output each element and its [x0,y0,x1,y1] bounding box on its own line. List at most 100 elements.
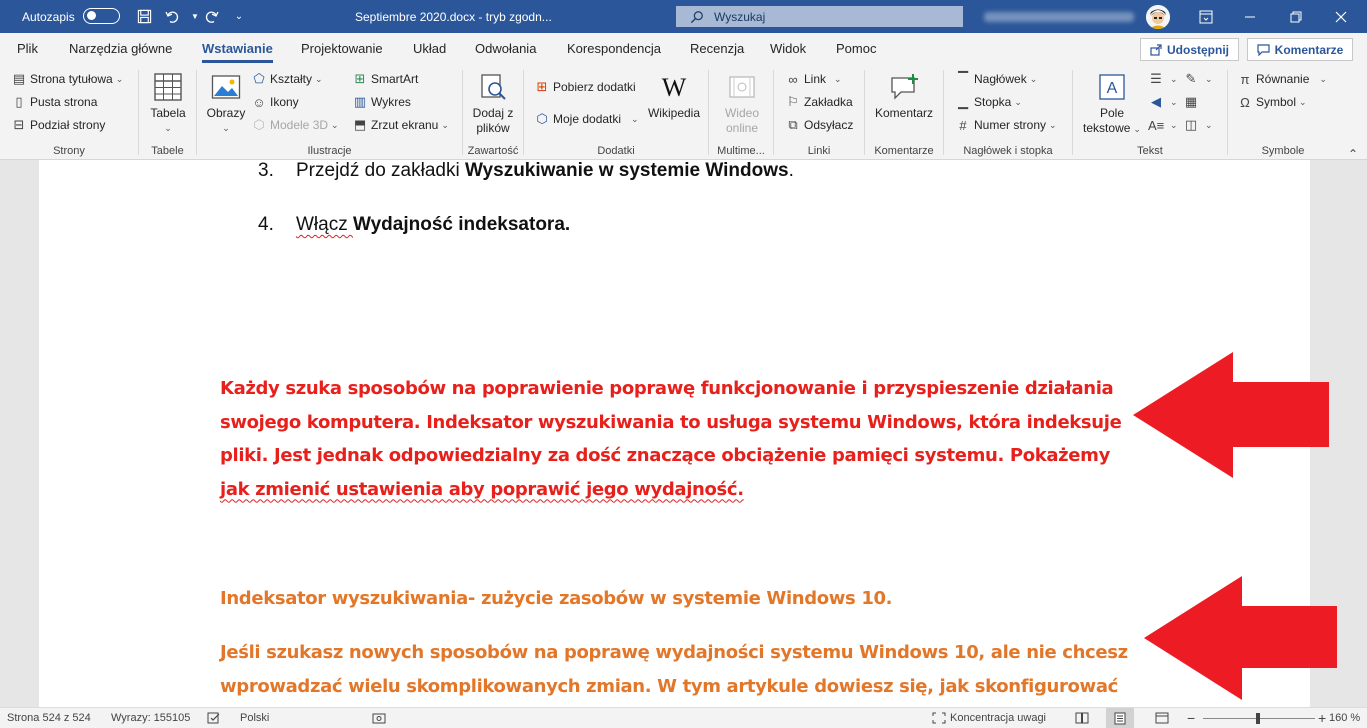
text-box-button[interactable]: A Pole tekstowe ⌄ [1080,70,1144,137]
tab-uklad[interactable]: Układ [413,33,446,65]
tab-plik[interactable]: Plik [17,33,38,65]
link-button[interactable]: ∞ Link ⌄ [785,69,841,89]
zoom-in-icon[interactable]: + [1318,708,1326,728]
symbol-button[interactable]: Ω Symbol ⌄ [1237,92,1306,112]
group-label-multimedia: Multime... [717,145,765,157]
tab-recenzja[interactable]: Recenzja [690,33,744,65]
macro-icon[interactable] [372,708,386,728]
document-area[interactable]: 3. Przejdź do zakładki Wyszukiwanie w sys… [0,160,1367,707]
print-layout-icon[interactable] [1106,708,1134,728]
search-box[interactable]: Wyszukaj [676,6,963,27]
my-addins-button[interactable]: ⬡ Moje dodatki ⌄ [534,109,638,129]
smartart-button[interactable]: ⊞ SmartArt [352,69,419,89]
redo-icon[interactable] [200,0,222,33]
zoom-slider-thumb[interactable] [1256,713,1260,724]
blank-page-icon: ▯ [15,94,23,109]
online-video-button[interactable]: Wideo online [716,70,768,136]
zoom-out-icon[interactable]: − [1187,708,1195,728]
share-icon [1150,43,1162,56]
footer-button[interactable]: ▁ Stopka ⌄ [955,92,1022,112]
ribbon-display-options-icon[interactable] [1183,0,1229,33]
signature-line-button[interactable]: ✎ ⌄ [1183,69,1213,89]
tab-projektowanie[interactable]: Projektowanie [301,33,383,65]
new-comment-button[interactable]: Komentarz [871,70,937,121]
page-break-button[interactable]: ⊟ Podział strony [11,115,106,135]
red-arrow-icon [1133,352,1329,478]
header-button[interactable]: ▔ Nagłówek ⌄ [955,69,1037,89]
object-button[interactable]: ◫ ⌄ [1183,115,1213,135]
focus-mode-button[interactable]: Koncentracja uwagi [932,708,1046,728]
quick-parts-button[interactable]: ☰ ⌄ [1148,69,1177,89]
group-label-zawartosc: Zawartość [467,145,519,157]
share-label: Udostępnij [1167,42,1229,57]
avatar[interactable] [1146,5,1170,29]
tab-narzedzia-glowne[interactable]: Narzędzia główne [69,33,172,65]
table-button[interactable]: Tabela ⌄ [146,70,190,136]
chart-button[interactable]: ▥ Wykres [352,92,411,112]
screenshot-icon: ⬒ [353,117,367,132]
icons-button[interactable]: ☺ Ikony [251,92,298,112]
screenshot-button[interactable]: ⬒ Zrzut ekranu ⌄ [352,115,449,135]
close-icon[interactable] [1318,0,1364,33]
shapes-button[interactable]: ⬠ Kształty ⌄ [251,69,322,89]
zoom-level[interactable]: 160 % [1329,708,1360,728]
status-bar: Strona 524 z 524 Wyrazy: 155105 Polski K… [0,707,1367,728]
group-label-symbole: Symbole [1261,145,1305,157]
pictures-button[interactable]: Obrazy ⌄ [204,70,248,136]
minimize-icon[interactable] [1227,0,1273,33]
list-item: 3. Przejdź do zakładki Wyszukiwanie w sys… [258,160,794,181]
pi-icon: π [1240,71,1250,87]
orange-heading: Indeksator wyszukiwania- zużycie zasobów… [220,588,893,609]
collapse-ribbon-icon[interactable]: ⌃ [1348,147,1358,161]
customize-toolbar-icon[interactable]: ⌄ [228,0,250,33]
document-title: Septiembre 2020.docx - tryb zgodn... [355,9,552,24]
group-label-tabele: Tabele [151,145,184,157]
drop-cap-button[interactable]: A≡ ⌄ [1148,115,1178,135]
shapes-icon: ⬠ [253,71,265,86]
tab-wstawianie[interactable]: Wstawianie [202,33,273,65]
page-count[interactable]: Strona 524 z 524 [7,708,91,728]
3d-models-button[interactable]: ⬡ Modele 3D ⌄ [251,115,338,135]
comments-button[interactable]: Komentarze [1247,38,1353,61]
proofing-icon[interactable] [207,708,221,728]
drop-cap-icon: A≡ [1148,117,1165,133]
language[interactable]: Polski [240,708,269,728]
addins-icon: ⬡ [536,111,548,126]
table-icon [151,70,185,104]
header-icon: ▔ [958,71,968,86]
read-mode-icon[interactable] [1075,708,1089,728]
get-addins-button[interactable]: ⊞ Pobierz dodatki [534,77,636,97]
date-time-button[interactable]: ▦ [1183,92,1202,112]
autosave-toggle[interactable] [83,8,120,24]
tab-odwolania[interactable]: Odwołania [475,33,536,65]
share-button[interactable]: Udostępnij [1140,38,1239,61]
wikipedia-button[interactable]: W Wikipedia [645,70,703,121]
calendar-icon: ▦ [1184,94,1198,109]
word-count[interactable]: Wyrazy: 155105 [111,708,190,728]
user-name[interactable] [984,0,1144,33]
quick-parts-icon: ☰ [1150,71,1162,86]
blank-page-button[interactable]: ▯ Pusta strona [11,92,97,112]
search-placeholder: Wyszukaj [714,9,766,24]
orange-paragraph: Jeśli szukasz nowych sposobów na poprawę… [220,642,1128,697]
cover-page-button[interactable]: ▤ Strona tytułowa ⌄ [11,69,123,89]
tab-korespondencja[interactable]: Korespondencja [567,33,661,65]
wordart-button[interactable]: ◀ ⌄ [1148,92,1178,112]
bookmark-button[interactable]: ⚐ Zakładka [785,92,853,112]
comment-icon [1257,43,1270,56]
tab-pomoc[interactable]: Pomoc [836,33,876,65]
add-from-files-icon [476,70,510,104]
tab-widok[interactable]: Widok [770,33,806,65]
undo-icon[interactable] [162,0,184,33]
bookmark-icon: ⚐ [787,94,799,109]
red-arrow-icon [1144,576,1337,700]
cross-reference-button[interactable]: ⧉ Odsyłacz [785,115,853,135]
page-number-button[interactable]: # Numer strony ⌄ [955,115,1056,135]
svg-text:A: A [1107,80,1118,97]
equation-button[interactable]: π Równanie ⌄ [1237,69,1327,89]
web-layout-icon[interactable] [1155,708,1169,728]
signature-icon: ✎ [1185,71,1197,86]
restore-icon[interactable] [1273,0,1319,33]
add-from-files-button[interactable]: Dodaj z plików [469,70,517,136]
save-icon[interactable] [133,0,155,33]
